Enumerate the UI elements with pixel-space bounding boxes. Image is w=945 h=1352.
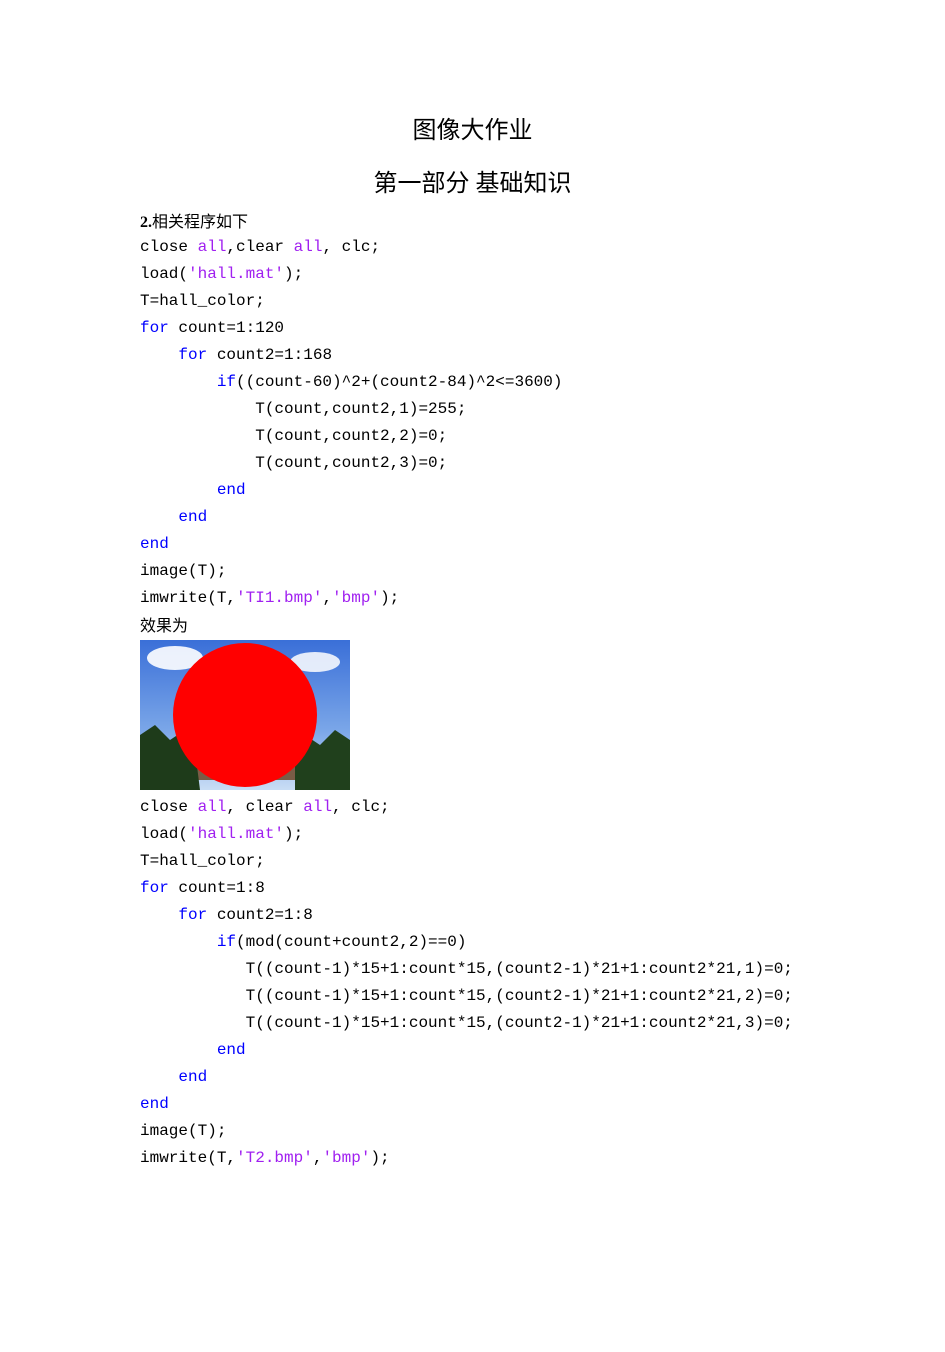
code-line: image(T); [140, 1122, 226, 1140]
code-token: count2=1:8 [207, 906, 313, 924]
code-token: ); [284, 825, 303, 843]
code-token [140, 346, 178, 364]
intro-line: 2.相关程序如下 [140, 208, 805, 232]
code-token: for [140, 879, 169, 897]
title-sub: 第一部分 基础知识 [140, 163, 805, 198]
code-token: all [294, 238, 323, 256]
code-block-2: close all, clear all, clc; load('hall.ma… [140, 794, 805, 1172]
document-page: 图像大作业 第一部分 基础知识 2.相关程序如下 close all,clear… [0, 0, 945, 1352]
code-token [140, 373, 217, 391]
code-token [140, 906, 178, 924]
code-token: all [303, 798, 332, 816]
code-line: T((count-1)*15+1:count*15,(count2-1)*21+… [140, 1014, 793, 1032]
code-token: 'hall.mat' [188, 825, 284, 843]
code-token: end [217, 481, 246, 499]
code-token: all [198, 238, 227, 256]
code-token [140, 1068, 178, 1086]
code-token: for [178, 346, 207, 364]
code-token: if [217, 933, 236, 951]
code-line: end [140, 1095, 169, 1113]
code-line: T=hall_color; [140, 292, 265, 310]
code-token: for [140, 319, 169, 337]
code-block-1: close all,clear all, clc; load('hall.mat… [140, 234, 805, 612]
code-token: , clear [226, 798, 303, 816]
code-token: ); [284, 265, 303, 283]
code-token [140, 933, 217, 951]
code-token: if [217, 373, 236, 391]
code-token: imwrite(T, [140, 1149, 236, 1167]
code-token [140, 508, 178, 526]
result-image [140, 640, 350, 790]
code-token: imwrite(T, [140, 589, 236, 607]
code-token: ((count-60)^2+(count2-84)^2<=3600) [236, 373, 562, 391]
code-token: count2=1:168 [207, 346, 332, 364]
code-token: end [178, 508, 207, 526]
code-token: , clc; [332, 798, 390, 816]
code-token: 'hall.mat' [188, 265, 284, 283]
code-line: image(T); [140, 562, 226, 580]
code-token: all [198, 798, 227, 816]
code-token: count=1:120 [169, 319, 284, 337]
code-token [140, 1041, 217, 1059]
code-token: end [217, 1041, 246, 1059]
title-main: 图像大作业 [140, 110, 805, 145]
code-token: , clc; [322, 238, 380, 256]
code-token: ); [370, 1149, 389, 1167]
code-token: load( [140, 265, 188, 283]
code-line: close [140, 238, 198, 256]
code-token: count=1:8 [169, 879, 265, 897]
code-line: T(count,count2,2)=0; [140, 427, 447, 445]
code-token: 'bmp' [332, 589, 380, 607]
code-token: , [313, 1149, 323, 1167]
code-token: ); [380, 589, 399, 607]
code-line: end [140, 535, 169, 553]
code-line: T=hall_color; [140, 852, 265, 870]
code-token [140, 481, 217, 499]
code-token: 'T2.bmp' [236, 1149, 313, 1167]
code-token: load( [140, 825, 188, 843]
code-line: T(count,count2,1)=255; [140, 400, 466, 418]
code-token: ,clear [226, 238, 293, 256]
code-token: close [140, 798, 198, 816]
code-token: for [178, 906, 207, 924]
code-token: , [322, 589, 332, 607]
code-line: T((count-1)*15+1:count*15,(count2-1)*21+… [140, 960, 793, 978]
question-number: 2. [140, 214, 152, 231]
intro-text: 相关程序如下 [152, 214, 248, 231]
code-token: end [178, 1068, 207, 1086]
code-line: T(count,count2,3)=0; [140, 454, 447, 472]
result-label: 效果为 [140, 612, 805, 636]
code-token: 'bmp' [322, 1149, 370, 1167]
code-line: T((count-1)*15+1:count*15,(count2-1)*21+… [140, 987, 793, 1005]
code-token: 'TI1.bmp' [236, 589, 322, 607]
code-token: (mod(count+count2,2)==0) [236, 933, 466, 951]
